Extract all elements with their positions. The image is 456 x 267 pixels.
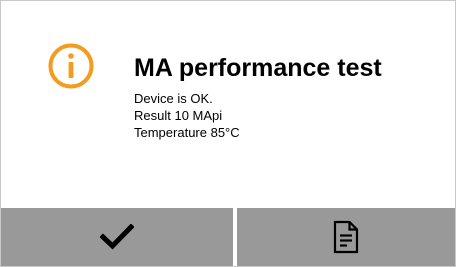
- dialog-title: MA performance test: [134, 54, 382, 82]
- checkmark-icon: [100, 224, 134, 250]
- confirm-button[interactable]: [1, 208, 233, 266]
- button-bar: [1, 208, 455, 266]
- dialog-message: Device is OK. Result 10 MApi Temperature…: [134, 90, 240, 141]
- dialog-window: MA performance test Device is OK. Result…: [0, 0, 456, 267]
- result-line: Result 10 MApi: [134, 108, 223, 123]
- info-icon: [48, 43, 94, 89]
- status-line: Device is OK.: [134, 91, 213, 106]
- dialog-content: MA performance test Device is OK. Result…: [1, 1, 455, 208]
- report-button[interactable]: [237, 208, 455, 266]
- document-icon: [333, 220, 359, 254]
- temperature-line: Temperature 85°C: [134, 125, 240, 140]
